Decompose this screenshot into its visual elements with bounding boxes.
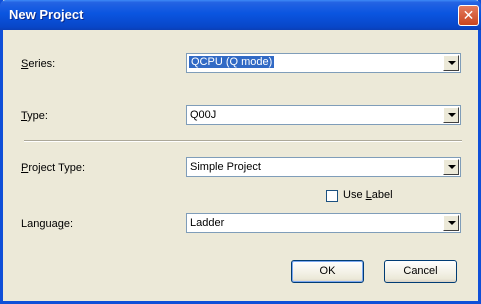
series-dropdown[interactable]: QCPU (Q mode) (186, 53, 461, 73)
type-label: Type: (21, 110, 48, 122)
type-dropdown[interactable]: Q00J (186, 105, 461, 125)
use-label-checkbox[interactable] (326, 190, 338, 202)
title-bar[interactable]: New Project ✕ (0, 0, 481, 30)
language-dropdown[interactable]: Ladder (186, 213, 461, 233)
chevron-down-icon[interactable] (443, 159, 459, 175)
chevron-down-icon[interactable] (443, 107, 459, 123)
close-icon: ✕ (462, 7, 475, 23)
cancel-button[interactable]: Cancel (384, 260, 457, 283)
chevron-down-icon[interactable] (443, 55, 459, 71)
language-value: Ladder (190, 217, 225, 229)
series-value: QCPU (Q mode) (187, 55, 276, 69)
language-label: Language: (21, 218, 74, 230)
project-type-label: Project Type: (21, 162, 86, 174)
project-type-value: Simple Project (190, 161, 261, 173)
use-label-text[interactable]: Use Label (343, 189, 393, 201)
type-value: Q00J (190, 109, 217, 121)
series-label: Series: (21, 58, 56, 70)
close-button[interactable]: ✕ (458, 5, 479, 26)
ok-button[interactable]: OK (291, 260, 364, 283)
chevron-down-icon[interactable] (443, 215, 459, 231)
new-project-dialog: New Project ✕ Series: QCPU (Q mode) Type… (0, 0, 481, 304)
separator (24, 140, 462, 142)
project-type-dropdown[interactable]: Simple Project (186, 157, 461, 177)
dialog-title: New Project (9, 7, 84, 22)
